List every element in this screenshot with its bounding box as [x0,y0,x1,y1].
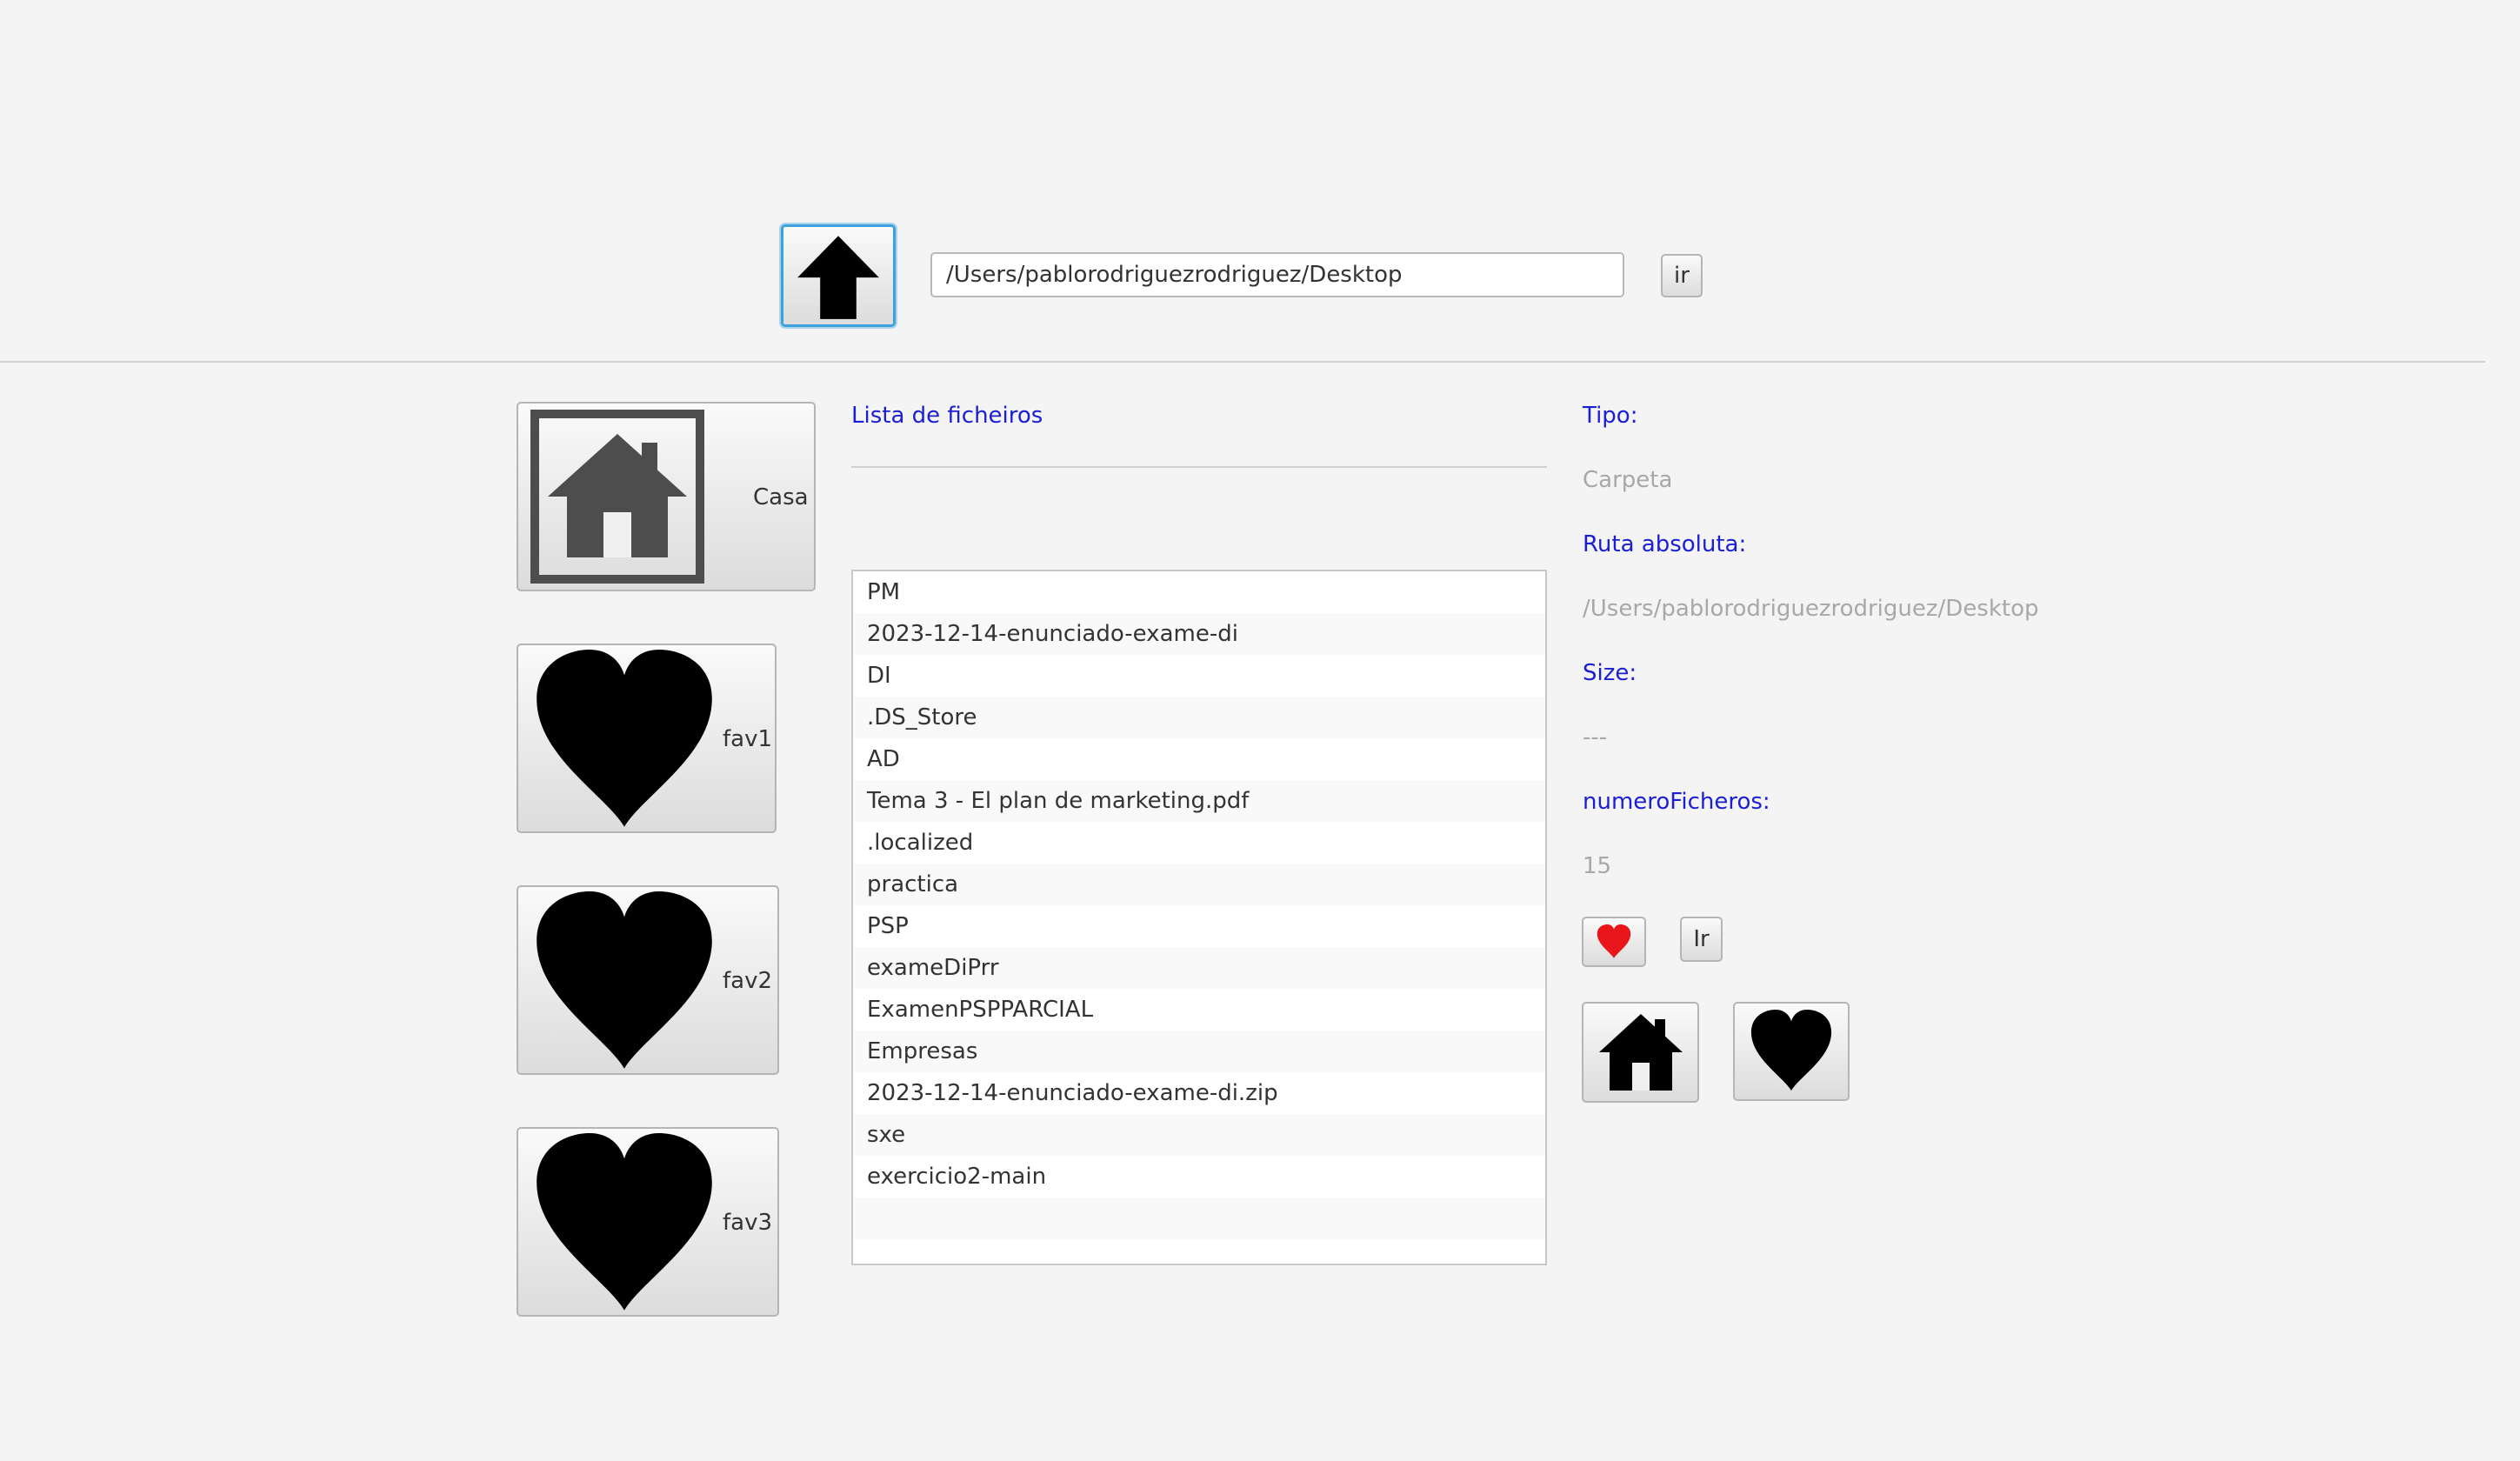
home-label: Casa [753,484,809,510]
list-item[interactable]: AD [853,738,1545,780]
heart-icon [1597,924,1631,958]
list-item[interactable]: exameDiPrr [853,947,1545,989]
list-item[interactable]: PSP [853,905,1545,947]
list-item[interactable]: 2023-12-14-enunciado-exame-di.zip [853,1072,1545,1114]
list-item[interactable]: .localized [853,822,1545,864]
home-shortcut-button[interactable] [1582,1002,1699,1103]
go-button-label: ir [1674,263,1690,289]
home-button[interactable]: Casa [517,402,816,591]
file-list-separator [851,466,1547,468]
heart-icon [1750,1010,1832,1091]
add-favorite-button[interactable] [1582,917,1646,967]
file-list-heading: Lista de ficheiros [851,403,1043,429]
list-item[interactable]: ExamenPSPPARCIAL [853,989,1545,1031]
favorite-button-3[interactable]: fav3 [517,1127,779,1317]
list-item[interactable]: 2023-12-14-enunciado-exame-di [853,613,1545,655]
path-input[interactable] [930,252,1624,297]
absolute-path-value: /Users/pablorodriguezrodriguez/Desktop [1583,596,2039,622]
house-icon [530,410,704,584]
favorite-button-1[interactable]: fav1 [517,644,777,833]
list-item[interactable]: Tema 3 - El plan de marketing.pdf [853,780,1545,822]
list-item[interactable]: .DS_Store [853,697,1545,738]
arrow-up-icon [797,236,879,319]
toolbar-separator [0,361,2485,363]
size-value: --- [1583,724,1608,751]
list-item[interactable]: PM [853,571,1545,613]
go-to-selected-button[interactable]: Ir [1680,917,1723,962]
go-to-selected-label: Ir [1693,926,1710,952]
list-item[interactable]: practica [853,864,1545,905]
favorite-button-2[interactable]: fav2 [517,885,779,1075]
list-item[interactable]: DI [853,655,1545,697]
favorite-label-2: fav2 [723,968,773,994]
type-label: Tipo: [1583,403,1638,429]
file-list[interactable]: PM 2023-12-14-enunciado-exame-di DI .DS_Sto… [851,570,1547,1265]
go-button[interactable]: ir [1661,254,1703,297]
favorites-shortcut-button[interactable] [1733,1002,1850,1101]
heart-icon [537,1133,712,1311]
favorite-label-1: fav1 [723,726,773,752]
favorite-label-3: fav3 [723,1210,773,1236]
size-label: Size: [1583,660,1637,686]
house-icon [1598,1014,1683,1091]
file-count-value: 15 [1583,853,1612,879]
heart-icon [537,650,712,827]
list-item[interactable]: exercicio2-main [853,1156,1545,1197]
list-item[interactable]: Empresas [853,1031,1545,1072]
file-count-label: numeroFicheros: [1583,789,1770,815]
absolute-path-label: Ruta absoluta: [1583,531,1747,557]
empty-list-row [853,1197,1545,1239]
list-item[interactable]: sxe [853,1114,1545,1156]
up-directory-button[interactable] [781,224,896,327]
heart-icon [537,891,712,1069]
type-value: Carpeta [1583,467,1673,493]
